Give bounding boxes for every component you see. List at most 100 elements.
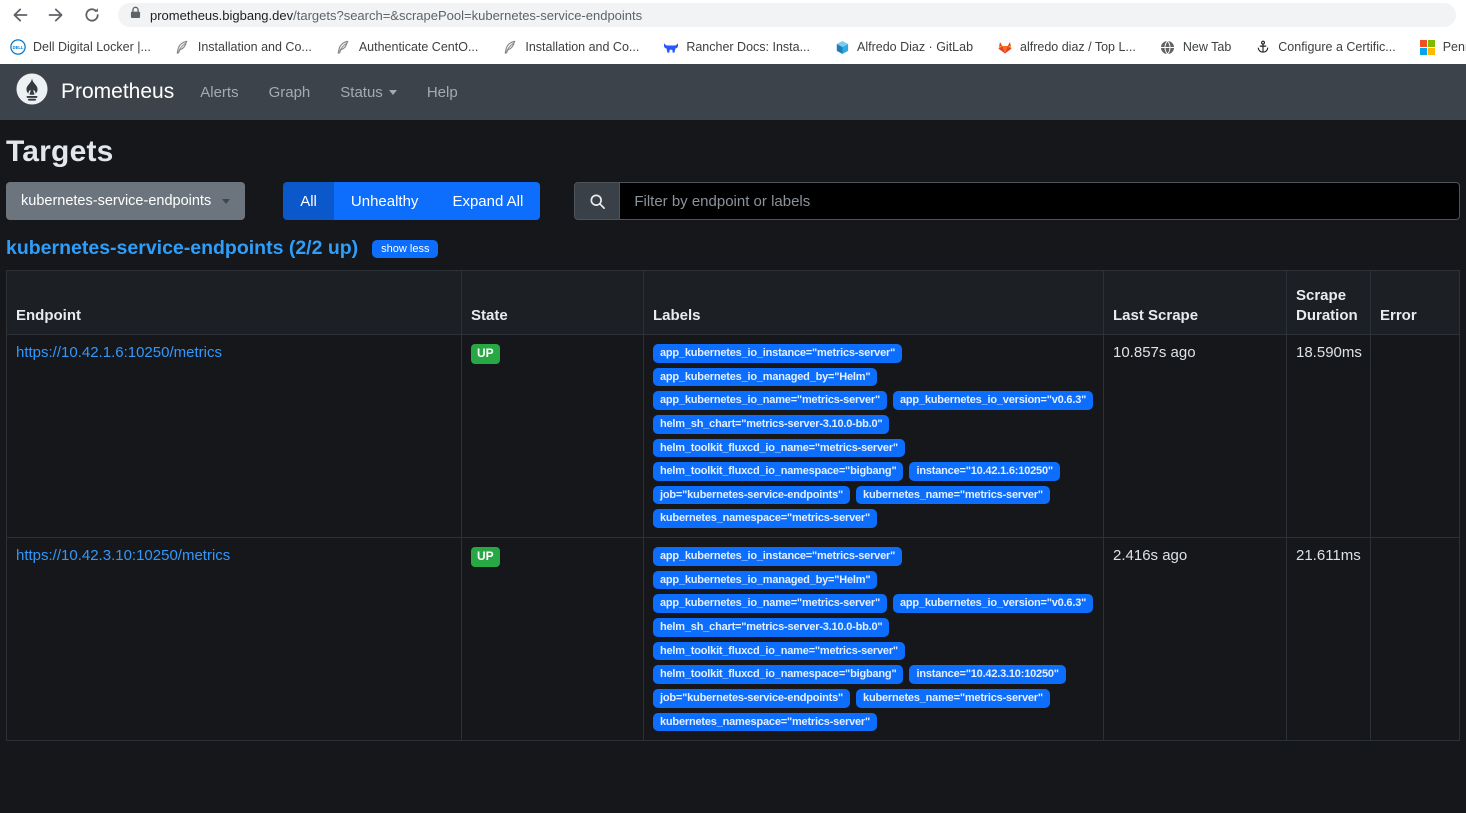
col-endpoint: Endpoint <box>7 271 462 335</box>
col-state: State <box>462 271 644 335</box>
nav-item-status[interactable]: Status <box>340 84 397 101</box>
targets-table-body: https://10.42.1.6:10250/metrics UP app_k… <box>7 335 1460 741</box>
cube-icon <box>834 39 850 55</box>
navbar-links: Alerts Graph Status Help <box>200 84 457 101</box>
label-badge: instance="10.42.1.6:10250" <box>909 462 1059 481</box>
bookmark-item[interactable]: Installation and Co... <box>175 39 312 55</box>
gitlab-icon <box>997 39 1013 55</box>
nav-item-help[interactable]: Help <box>427 84 458 101</box>
pool-heading: kubernetes-service-endpoints (2/2 up) <box>6 237 358 260</box>
scrape-pool-dropdown[interactable]: kubernetes-service-endpoints <box>6 182 245 220</box>
search-group <box>574 182 1460 220</box>
browser-toolbar: prometheus.bigbang.dev/targets?search=&s… <box>0 0 1466 30</box>
page-icon <box>502 39 518 55</box>
search-icon <box>574 182 620 220</box>
col-scrape-duration: Scrape Duration <box>1287 271 1371 335</box>
target-row: https://10.42.3.10:10250/metrics UP app_… <box>7 538 1460 741</box>
label-badge: app_kubernetes_io_version="v0.6.3" <box>893 391 1093 410</box>
bookmark-item[interactable]: New Tab <box>1160 39 1231 55</box>
label-badge: helm_toolkit_fluxcd_io_namespace="bigban… <box>653 462 903 481</box>
scrape-duration-value: 21.611ms <box>1287 538 1371 741</box>
label-badge: kubernetes_namespace="metrics-server" <box>653 509 877 528</box>
filter-unhealthy-button[interactable]: Unhealthy <box>334 182 436 220</box>
label-badge: app_kubernetes_io_instance="metrics-serv… <box>653 344 902 363</box>
bookmark-item[interactable]: Penn State Graduat... <box>1420 39 1466 55</box>
url-text: prometheus.bigbang.dev/targets?search=&s… <box>150 8 642 23</box>
bookmark-item[interactable]: Authenticate CentO... <box>336 39 479 55</box>
chevron-down-icon <box>222 199 230 204</box>
prometheus-navbar: Prometheus Alerts Graph Status Help <box>0 64 1466 120</box>
prometheus-brand[interactable]: Prometheus <box>16 73 174 111</box>
back-icon[interactable] <box>10 5 30 25</box>
label-badge: app_kubernetes_io_name="metrics-server" <box>653 391 887 410</box>
show-less-button[interactable]: show less <box>372 240 438 258</box>
prometheus-logo-icon <box>16 73 48 111</box>
error-value <box>1371 335 1460 538</box>
page-icon <box>336 39 352 55</box>
label-badge: helm_toolkit_fluxcd_io_name="metrics-ser… <box>653 439 905 458</box>
nav-item-alerts[interactable]: Alerts <box>200 84 238 101</box>
target-row: https://10.42.1.6:10250/metrics UP app_k… <box>7 335 1460 538</box>
label-badge: kubernetes_name="metrics-server" <box>856 486 1050 505</box>
scrape-duration-value: 18.590ms <box>1287 335 1371 538</box>
endpoint-link[interactable]: https://10.42.3.10:10250/metrics <box>16 547 230 564</box>
lock-icon <box>130 6 141 24</box>
page-icon <box>175 39 191 55</box>
col-last-scrape: Last Scrape <box>1104 271 1287 335</box>
bookmark-item[interactable]: alfredo diaz / Top L... <box>997 39 1136 55</box>
bookmark-item[interactable]: Alfredo Diaz · GitLab <box>834 39 973 55</box>
label-badge: kubernetes_namespace="metrics-server" <box>653 713 877 732</box>
label-badge: helm_toolkit_fluxcd_io_namespace="bigban… <box>653 665 903 684</box>
label-badge: app_kubernetes_io_instance="metrics-serv… <box>653 547 902 566</box>
endpoint-link[interactable]: https://10.42.1.6:10250/metrics <box>16 344 222 361</box>
bookmark-item[interactable]: DELL Dell Digital Locker |... <box>10 39 151 55</box>
label-badge: helm_sh_chart="metrics-server-3.10.0-bb.… <box>653 618 889 637</box>
label-badge: helm_sh_chart="metrics-server-3.10.0-bb.… <box>653 415 889 434</box>
globe-icon <box>1160 39 1176 55</box>
labels-list: app_kubernetes_io_instance="metrics-serv… <box>653 344 1094 528</box>
bookmark-item[interactable]: Configure a Certific... <box>1255 39 1395 55</box>
last-scrape-value: 2.416s ago <box>1104 538 1287 741</box>
microsoft-icon <box>1420 39 1436 55</box>
pool-section-header: kubernetes-service-endpoints (2/2 up) sh… <box>6 237 1460 260</box>
col-error: Error <box>1371 271 1460 335</box>
label-badge: kubernetes_name="metrics-server" <box>856 689 1050 708</box>
label-badge: instance="10.42.3.10:10250" <box>909 665 1065 684</box>
scrape-pool-value: kubernetes-service-endpoints <box>21 193 211 209</box>
anchor-icon <box>1255 39 1271 55</box>
bookmark-item[interactable]: Installation and Co... <box>502 39 639 55</box>
state-badge: UP <box>471 344 500 364</box>
rancher-icon <box>663 39 679 55</box>
error-value <box>1371 538 1460 741</box>
label-badge: app_kubernetes_io_managed_by="Helm" <box>653 368 877 387</box>
nav-item-graph[interactable]: Graph <box>269 84 311 101</box>
state-badge: UP <box>471 547 500 567</box>
label-badge: app_kubernetes_io_name="metrics-server" <box>653 594 887 613</box>
last-scrape-value: 10.857s ago <box>1104 335 1287 538</box>
col-labels: Labels <box>644 271 1104 335</box>
label-badge: app_kubernetes_io_managed_by="Helm" <box>653 571 877 590</box>
table-header-row: Endpoint State Labels Last Scrape Scrape… <box>7 271 1460 335</box>
dell-icon: DELL <box>10 39 26 55</box>
brand-label: Prometheus <box>61 80 174 104</box>
label-badge: job="kubernetes-service-endpoints" <box>653 689 850 708</box>
label-badge: helm_toolkit_fluxcd_io_name="metrics-ser… <box>653 642 905 661</box>
filter-all-button[interactable]: All <box>283 182 334 220</box>
labels-list: app_kubernetes_io_instance="metrics-serv… <box>653 547 1094 731</box>
targets-table: Endpoint State Labels Last Scrape Scrape… <box>6 270 1460 741</box>
controls-row: kubernetes-service-endpoints All Unhealt… <box>6 182 1460 220</box>
bookmarks-bar: DELL Dell Digital Locker |... Installati… <box>0 30 1466 64</box>
bookmark-item[interactable]: Rancher Docs: Insta... <box>663 39 810 55</box>
reload-icon[interactable] <box>82 5 102 25</box>
label-badge: job="kubernetes-service-endpoints" <box>653 486 850 505</box>
filter-input[interactable] <box>620 182 1460 220</box>
address-bar[interactable]: prometheus.bigbang.dev/targets?search=&s… <box>118 3 1456 27</box>
filter-button-group: All Unhealthy Expand All <box>283 182 540 220</box>
label-badge: app_kubernetes_io_version="v0.6.3" <box>893 594 1093 613</box>
forward-icon[interactable] <box>46 5 66 25</box>
page-title: Targets <box>6 135 1460 169</box>
targets-page: Targets kubernetes-service-endpoints All… <box>0 135 1466 741</box>
svg-text:DELL: DELL <box>13 45 24 50</box>
expand-all-button[interactable]: Expand All <box>435 182 540 220</box>
chevron-down-icon <box>389 90 397 95</box>
